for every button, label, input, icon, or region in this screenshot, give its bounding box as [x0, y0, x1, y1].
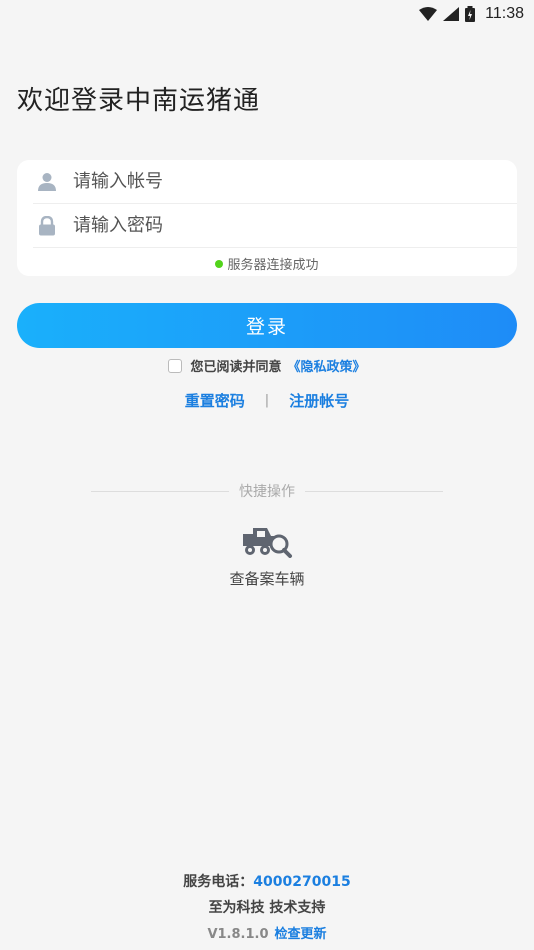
divider-line [91, 490, 229, 492]
status-bar: 11:38 [0, 0, 534, 28]
service-phone-label: 服务电话： [183, 874, 254, 890]
server-status-text: 服务器连接成功 [227, 258, 319, 273]
agreement-text: 您已阅读并同意 [190, 360, 282, 375]
account-input[interactable] [73, 171, 473, 192]
status-time: 11:38 [485, 5, 524, 22]
login-button[interactable]: 登录 [17, 303, 517, 348]
privacy-policy-link[interactable]: 《隐私政策》 [288, 356, 366, 375]
quick-action-vehicle-lookup[interactable]: 查备案车辆 [217, 522, 317, 589]
lock-icon [35, 214, 59, 238]
page-title: 欢迎登录中南运猪通 [17, 86, 261, 116]
status-dot-icon [215, 259, 224, 268]
support-text: 至为科技 技术支持 [208, 900, 326, 916]
footer: 服务电话：4000270015 至为科技 技术支持 V1.8.1.0 检查更新 [0, 871, 534, 942]
quick-actions-title: 快捷操作 [239, 484, 295, 500]
agreement-row: 您已阅读并同意 《隐私政策》 [0, 356, 534, 375]
version-row: V1.8.1.0 检查更新 [0, 923, 534, 942]
password-row [33, 204, 517, 248]
password-input[interactable] [73, 215, 473, 236]
check-update-link[interactable]: 检查更新 [275, 927, 327, 942]
link-separator: | [264, 393, 270, 408]
version-text: V1.8.1.0 [207, 927, 269, 942]
user-icon [35, 170, 59, 194]
service-phone-link[interactable]: 4000270015 [253, 874, 350, 890]
agreement-checkbox[interactable] [168, 358, 183, 373]
truck-search-icon [241, 522, 293, 562]
reset-password-link[interactable]: 重置密码 [185, 390, 245, 411]
account-row [33, 160, 517, 204]
register-link[interactable]: 注册帐号 [289, 390, 349, 411]
service-phone-row: 服务电话：4000270015 [0, 871, 534, 891]
divider-line [305, 490, 443, 492]
server-status: 服务器连接成功 [17, 254, 517, 273]
quick-actions-divider: 快捷操作 [91, 481, 443, 501]
signal-icon [443, 7, 460, 21]
account-links: 重置密码 | 注册帐号 [0, 390, 534, 411]
battery-icon [465, 6, 476, 22]
quick-action-label: 查备案车辆 [229, 570, 305, 588]
login-card: 服务器连接成功 [17, 160, 517, 276]
wifi-icon [419, 7, 438, 21]
